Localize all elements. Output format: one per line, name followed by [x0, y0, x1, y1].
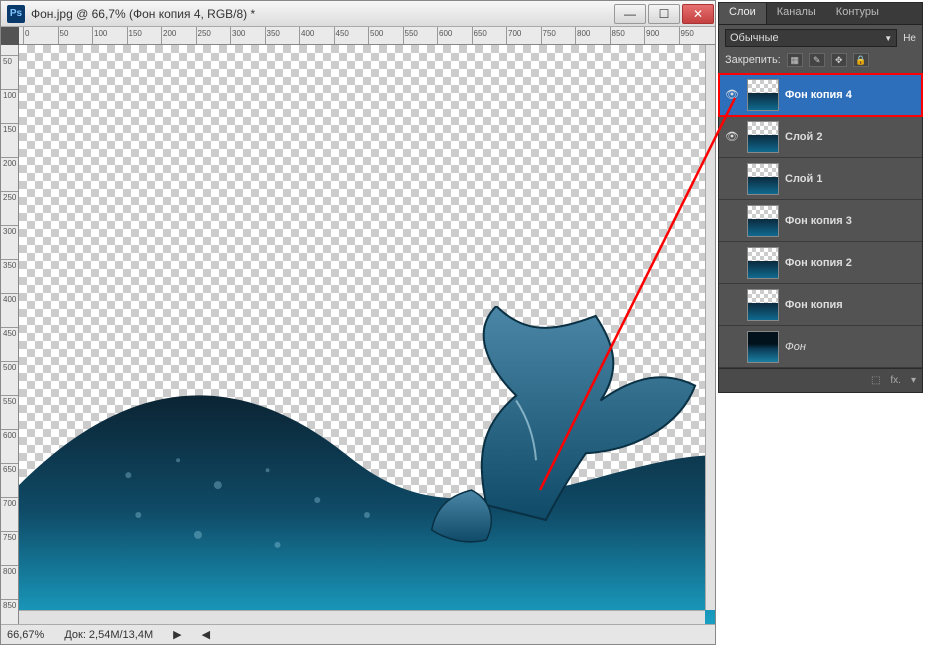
layer-name[interactable]: Фон копия: [785, 299, 918, 311]
close-button[interactable]: ✕: [682, 4, 714, 24]
layer-thumbnail[interactable]: [747, 331, 779, 363]
layer-name[interactable]: Слой 1: [785, 173, 918, 185]
layer-row[interactable]: 👁 Фон копия 2: [719, 242, 922, 284]
layer-name[interactable]: Фон: [785, 341, 918, 353]
scrollbar-vertical[interactable]: [705, 45, 715, 610]
layer-name[interactable]: Фон копия 2: [785, 257, 918, 269]
chevron-down-icon: ▼: [884, 34, 892, 43]
link-layers-icon[interactable]: ⬚: [871, 375, 880, 386]
layer-row[interactable]: 👁 Фон копия: [719, 284, 922, 326]
doc-size: Док: 2,54M/13,4M: [64, 629, 153, 641]
layer-row[interactable]: 👁 Слой 2: [719, 116, 922, 158]
lock-pixels-icon[interactable]: ✎: [809, 53, 825, 67]
layer-list: 👁 Фон копия 4 👁 Слой 2 👁 Слой 1 👁 Фон копия 3 👁 Ф…: [719, 74, 922, 368]
layer-thumbnail[interactable]: [747, 121, 779, 153]
artwork: [19, 306, 715, 624]
zoom-value[interactable]: 66,67%: [7, 629, 44, 641]
tab-paths[interactable]: Контуры: [826, 3, 889, 24]
panel-tabs: Слои Каналы Контуры: [719, 3, 922, 25]
lock-transparent-icon[interactable]: ▦: [787, 53, 803, 67]
window-title: Фон.jpg @ 66,7% (Фон копия 4, RGB/8) *: [31, 7, 613, 21]
panel-footer: ⬚ fx. ▾: [719, 368, 922, 392]
layer-thumbnail[interactable]: [747, 247, 779, 279]
app-icon: Ps: [7, 5, 25, 23]
layer-row[interactable]: 👁 Фон копия 3: [719, 200, 922, 242]
blend-mode-value: Обычные: [730, 32, 779, 44]
scrollbar-horizontal[interactable]: [19, 610, 705, 624]
opacity-label: Не: [903, 33, 916, 44]
tab-channels[interactable]: Каналы: [767, 3, 826, 24]
lock-all-icon[interactable]: 🔒: [853, 53, 869, 67]
minimize-button[interactable]: —: [614, 4, 646, 24]
tab-layers[interactable]: Слои: [719, 3, 767, 24]
layer-fx-icon[interactable]: fx.: [890, 375, 901, 386]
layer-name[interactable]: Фон копия 4: [785, 89, 918, 101]
layer-name[interactable]: Слой 2: [785, 131, 918, 143]
workspace: 5010015020025030035040045050055060065070…: [1, 45, 715, 624]
document-window: Ps Фон.jpg @ 66,7% (Фон копия 4, RGB/8) …: [0, 0, 716, 645]
layer-row[interactable]: 👁 Слой 1: [719, 158, 922, 200]
layer-row[interactable]: 👁 Фон копия 4: [719, 74, 922, 116]
layer-name[interactable]: Фон копия 3: [785, 215, 918, 227]
statusbar: 66,67% Док: 2,54M/13,4M ▶◀: [1, 624, 715, 644]
blend-mode-select[interactable]: Обычные ▼: [725, 29, 897, 47]
visibility-toggle[interactable]: 👁: [723, 254, 741, 272]
ruler-horizontal[interactable]: 0501001502002503003504004505005506006507…: [19, 27, 715, 45]
visibility-toggle[interactable]: 👁: [723, 212, 741, 230]
layers-panel: Слои Каналы Контуры Обычные ▼ Не Закрепи…: [718, 2, 923, 393]
titlebar[interactable]: Ps Фон.jpg @ 66,7% (Фон копия 4, RGB/8) …: [1, 1, 715, 27]
visibility-toggle[interactable]: 👁: [723, 296, 741, 314]
layer-thumbnail[interactable]: [747, 289, 779, 321]
window-controls: — ☐ ✕: [613, 2, 715, 26]
visibility-toggle[interactable]: 👁: [723, 338, 741, 356]
visibility-toggle[interactable]: 👁: [723, 86, 741, 104]
visibility-toggle[interactable]: 👁: [723, 128, 741, 146]
canvas[interactable]: [19, 45, 715, 624]
lock-position-icon[interactable]: ✥: [831, 53, 847, 67]
layer-row[interactable]: 👁 Фон: [719, 326, 922, 368]
layer-thumbnail[interactable]: [747, 79, 779, 111]
chevron-down-icon[interactable]: ▾: [911, 375, 916, 386]
layer-thumbnail[interactable]: [747, 163, 779, 195]
layer-thumbnail[interactable]: [747, 205, 779, 237]
maximize-button[interactable]: ☐: [648, 4, 680, 24]
ruler-vertical[interactable]: 5010015020025030035040045050055060065070…: [1, 45, 19, 624]
visibility-toggle[interactable]: 👁: [723, 170, 741, 188]
lock-label: Закрепить:: [725, 54, 781, 66]
